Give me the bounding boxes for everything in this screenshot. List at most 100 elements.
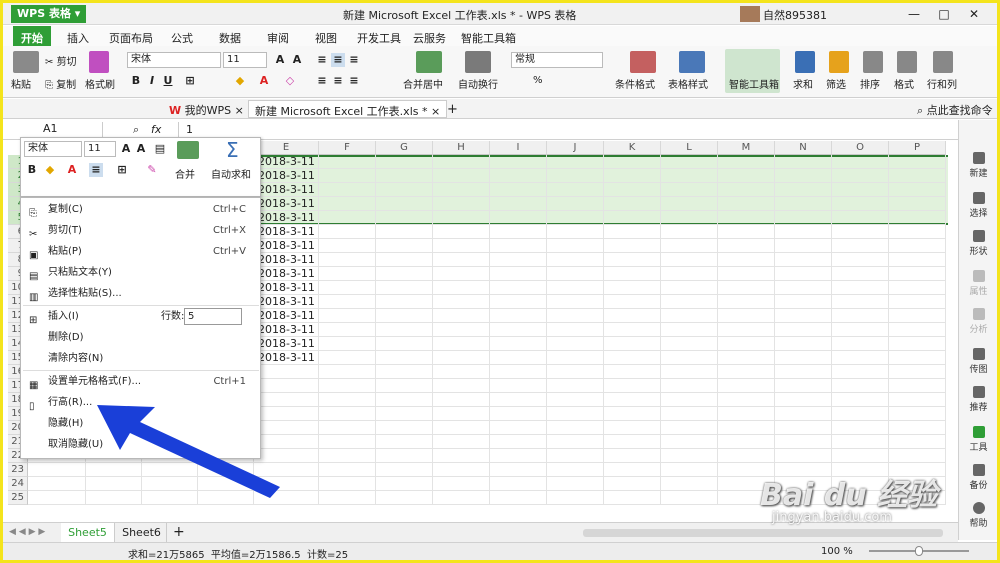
cell[interactable]	[889, 281, 946, 295]
panel-shape[interactable]: 形状	[959, 230, 998, 257]
cell[interactable]	[376, 393, 433, 407]
cell[interactable]	[889, 253, 946, 267]
cell[interactable]	[376, 155, 433, 169]
cell[interactable]	[490, 351, 547, 365]
cell[interactable]	[547, 169, 604, 183]
wrap-text-icon[interactable]	[465, 51, 491, 73]
cell[interactable]	[718, 323, 775, 337]
mini-align-icon[interactable]: ≡	[89, 163, 103, 177]
cell[interactable]	[604, 421, 661, 435]
cell[interactable]	[832, 155, 889, 169]
sort-icon[interactable]	[863, 51, 883, 73]
cell[interactable]	[832, 421, 889, 435]
cell[interactable]	[832, 197, 889, 211]
cell[interactable]	[547, 435, 604, 449]
cell[interactable]	[889, 309, 946, 323]
cell[interactable]	[433, 337, 490, 351]
column-header-P[interactable]: P	[889, 141, 946, 155]
tab-smart-toolbox[interactable]: 智能工具箱	[461, 30, 516, 46]
cell[interactable]	[718, 197, 775, 211]
cell[interactable]	[775, 253, 832, 267]
smart-toolbox-button[interactable]: 智能工具箱	[729, 76, 779, 91]
cell[interactable]	[376, 337, 433, 351]
cell[interactable]	[376, 365, 433, 379]
cell[interactable]	[889, 211, 946, 225]
column-header-E[interactable]: E	[254, 141, 319, 155]
cell[interactable]	[661, 407, 718, 421]
mini-shrink-font-icon[interactable]: A	[134, 142, 148, 156]
column-header-K[interactable]: K	[604, 141, 661, 155]
cell[interactable]	[433, 211, 490, 225]
cell[interactable]	[718, 295, 775, 309]
cell[interactable]	[889, 295, 946, 309]
cell[interactable]	[604, 211, 661, 225]
cell[interactable]	[376, 449, 433, 463]
cell[interactable]: 2018-3-11	[254, 211, 319, 225]
tab-formula[interactable]: 公式	[171, 30, 193, 46]
cell[interactable]	[832, 393, 889, 407]
cell[interactable]	[604, 169, 661, 183]
font-select[interactable]: 宋体	[127, 52, 221, 68]
table-style-icon[interactable]	[679, 51, 705, 73]
cell[interactable]	[661, 239, 718, 253]
cell[interactable]	[433, 407, 490, 421]
cell[interactable]	[604, 323, 661, 337]
cell[interactable]	[319, 351, 376, 365]
cell[interactable]: 2018-3-11	[254, 225, 319, 239]
cell[interactable]: 2018-3-11	[254, 267, 319, 281]
tab-cloud[interactable]: 云服务	[413, 30, 446, 46]
cell[interactable]	[547, 309, 604, 323]
cell[interactable]	[718, 351, 775, 365]
cell[interactable]	[547, 253, 604, 267]
row-column-icon[interactable]	[933, 51, 953, 73]
merge-center-button[interactable]: 合并居中	[403, 76, 443, 91]
cell[interactable]	[775, 365, 832, 379]
cell[interactable]	[490, 323, 547, 337]
cell[interactable]	[832, 435, 889, 449]
cell[interactable]	[775, 183, 832, 197]
mini-brush-icon[interactable]: ✎	[145, 163, 159, 177]
cell[interactable]	[661, 435, 718, 449]
cell[interactable]	[490, 239, 547, 253]
cell[interactable]	[775, 295, 832, 309]
menu-paste-text-only[interactable]: ▤ 只粘贴文本(Y)	[21, 263, 260, 283]
mini-autosum-icon[interactable]: Σ	[226, 138, 239, 162]
cell[interactable]	[832, 169, 889, 183]
cell[interactable]	[889, 421, 946, 435]
column-header-I[interactable]: I	[490, 141, 547, 155]
cell[interactable]	[832, 449, 889, 463]
app-menu-button[interactable]: WPS 表格 ▾	[11, 5, 87, 23]
mini-bold-button[interactable]: B	[25, 163, 39, 177]
cell[interactable]: 2018-3-11	[254, 155, 319, 169]
cell[interactable]	[604, 309, 661, 323]
cell[interactable]: 2018-3-11	[254, 281, 319, 295]
cell[interactable]	[376, 295, 433, 309]
cell[interactable]	[433, 351, 490, 365]
panel-select[interactable]: 选择	[959, 192, 998, 219]
cell[interactable]	[433, 379, 490, 393]
cell[interactable]	[604, 281, 661, 295]
cell[interactable]	[889, 365, 946, 379]
cell[interactable]	[376, 463, 433, 477]
align-center-icon[interactable]: ≡	[331, 74, 345, 88]
mini-merge-button[interactable]: 合并	[175, 166, 195, 181]
cell[interactable]	[661, 267, 718, 281]
fx-icon[interactable]: fx	[151, 123, 161, 136]
cell[interactable]	[604, 351, 661, 365]
bold-button[interactable]: B	[129, 74, 143, 88]
cell[interactable]	[604, 477, 661, 491]
cell[interactable]	[832, 407, 889, 421]
cell[interactable]	[718, 365, 775, 379]
cell[interactable]: 2018-3-11	[254, 351, 319, 365]
percent-button[interactable]: %	[533, 75, 543, 86]
cell[interactable]	[319, 491, 376, 505]
cell[interactable]	[889, 435, 946, 449]
cell[interactable]	[433, 421, 490, 435]
cell[interactable]	[319, 477, 376, 491]
cell[interactable]	[433, 449, 490, 463]
cell[interactable]	[661, 477, 718, 491]
cell[interactable]	[490, 225, 547, 239]
format-button[interactable]: 格式	[894, 76, 914, 91]
sum-icon[interactable]	[795, 51, 815, 73]
cell[interactable]	[604, 449, 661, 463]
